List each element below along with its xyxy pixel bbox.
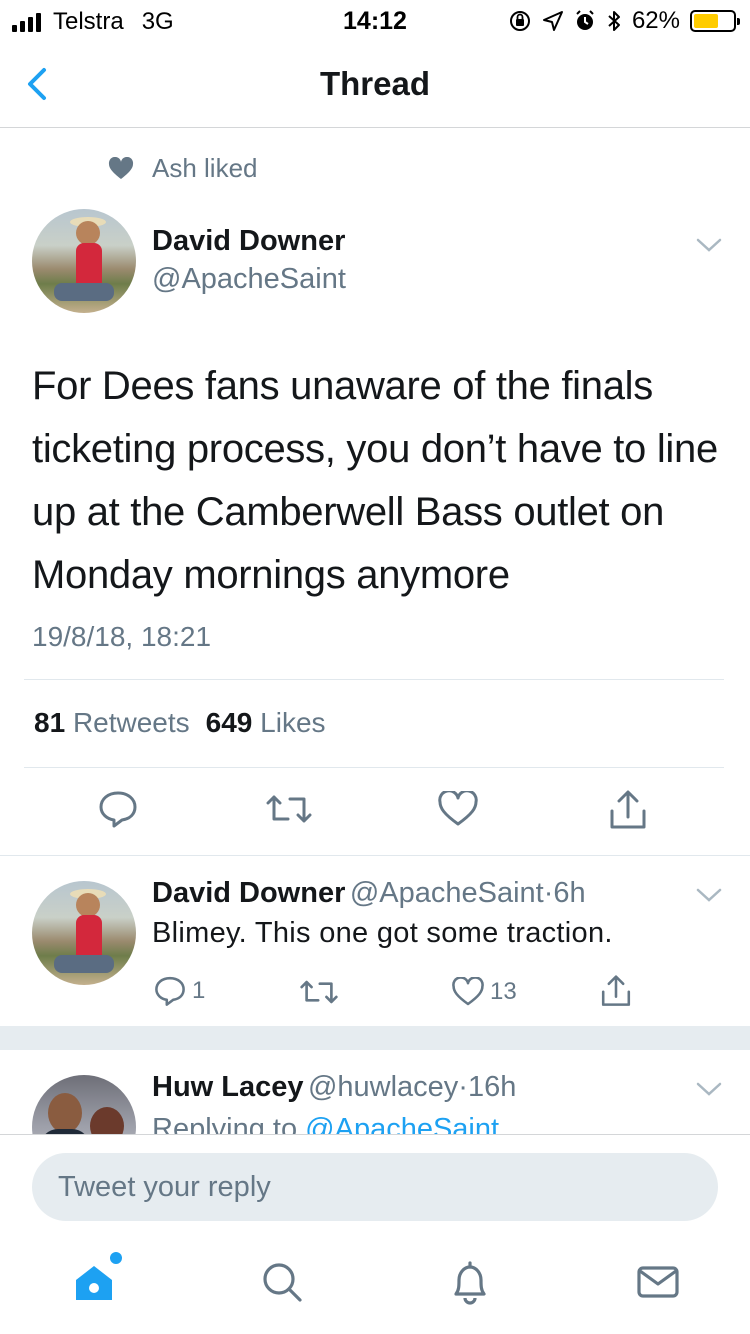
reply-icon (155, 976, 185, 1006)
replying-to: Replying to @ApacheSaint (152, 1113, 499, 1134)
page-title: Thread (319, 65, 431, 102)
author-handle[interactable]: @ApacheSaint (152, 263, 346, 296)
social-context: Ash liked (108, 153, 258, 184)
battery-percent: 62% (631, 7, 680, 34)
unread-dot (110, 1252, 122, 1264)
reply-placeholder: Tweet your reply (58, 1170, 271, 1203)
tweet-text: For Dees fans unaware of the finals tick… (32, 364, 718, 597)
tab-home[interactable] (70, 1252, 122, 1306)
reply-time: 16h (467, 1071, 517, 1103)
meta-separator: · (458, 1071, 468, 1103)
search-icon (263, 1263, 302, 1302)
retweet-action[interactable] (300, 977, 344, 1007)
meta-separator: · (543, 877, 554, 909)
divider (0, 855, 750, 856)
status-right: 62% (508, 7, 740, 35)
tab-messages[interactable] (634, 1258, 682, 1306)
like-count: 13 (490, 978, 517, 1005)
like-stat[interactable]: 649 Likes (206, 707, 326, 739)
reply-header: Huw Lacey @huwlacey·16h (152, 1071, 516, 1104)
heart-icon (108, 156, 134, 179)
replying-prefix: Replying to (152, 1113, 298, 1134)
like-icon (452, 977, 484, 1006)
reply-composer: Tweet your reply (0, 1134, 750, 1236)
messages-icon (637, 1266, 679, 1298)
like-count: 649 (205, 707, 253, 738)
home-icon (76, 1266, 112, 1300)
nav-bar: Thread (0, 40, 750, 128)
battery-icon (690, 10, 740, 32)
retweet-stat[interactable]: 81 Retweets (34, 707, 190, 739)
tab-bar (0, 1236, 750, 1334)
author-handle[interactable]: @ApacheSaint (350, 877, 544, 909)
share-action[interactable] (600, 974, 632, 1008)
divider (24, 767, 724, 768)
chevron-down-icon[interactable] (696, 887, 722, 903)
alarm-icon (576, 10, 594, 30)
reply-icon[interactable] (98, 789, 138, 829)
reply-text: Blimey. This one got some traction. (152, 917, 613, 949)
reply-count: 1 (192, 977, 206, 1004)
orientation-lock-icon (509, 11, 530, 31)
avatar[interactable] (32, 209, 136, 313)
tab-notifications[interactable] (446, 1258, 494, 1306)
notifications-icon (454, 1261, 486, 1305)
reply-time: 6h (553, 877, 586, 909)
author-handle[interactable]: @huwlacey (308, 1071, 458, 1103)
chevron-down-icon[interactable] (696, 237, 722, 253)
tweet-stats: 81 Retweets 649 Likes (34, 707, 326, 739)
location-icon (542, 11, 563, 31)
retweet-icon[interactable] (266, 791, 312, 827)
tab-search[interactable] (258, 1258, 306, 1306)
like-icon[interactable] (438, 791, 478, 827)
retweet-label: Retweets (72, 707, 190, 738)
replying-to-link[interactable]: @ApacheSaint (305, 1113, 499, 1134)
chevron-down-icon[interactable] (696, 1081, 722, 1097)
tweet-timestamp: 19/8/18, 18:21 (32, 621, 212, 652)
avatar[interactable] (32, 1075, 136, 1134)
reply-header: David Downer @ApacheSaint·6h (152, 877, 586, 910)
avatar[interactable] (32, 881, 136, 985)
bluetooth-icon (608, 11, 620, 31)
conversation-divider (0, 1026, 750, 1050)
retweet-icon (300, 980, 338, 1004)
like-label: Likes (260, 707, 326, 738)
share-icon (601, 975, 631, 1006)
social-context-text: Ash liked (152, 153, 258, 183)
reply-input[interactable]: Tweet your reply (32, 1153, 718, 1221)
author-name[interactable]: David Downer (152, 877, 345, 909)
thread-content[interactable]: Ash liked David Downer @ApacheSaint For … (0, 129, 750, 1134)
share-icon[interactable] (608, 789, 648, 831)
retweet-count: 81 (34, 707, 66, 738)
reply-action[interactable]: 1 (154, 975, 205, 1007)
status-bar: Telstra 3G 14:12 62% (0, 0, 750, 40)
divider (24, 679, 724, 680)
author-name[interactable]: David Downer (152, 225, 345, 258)
like-action[interactable]: 13 (452, 977, 517, 1007)
author-name[interactable]: Huw Lacey (152, 1071, 304, 1103)
